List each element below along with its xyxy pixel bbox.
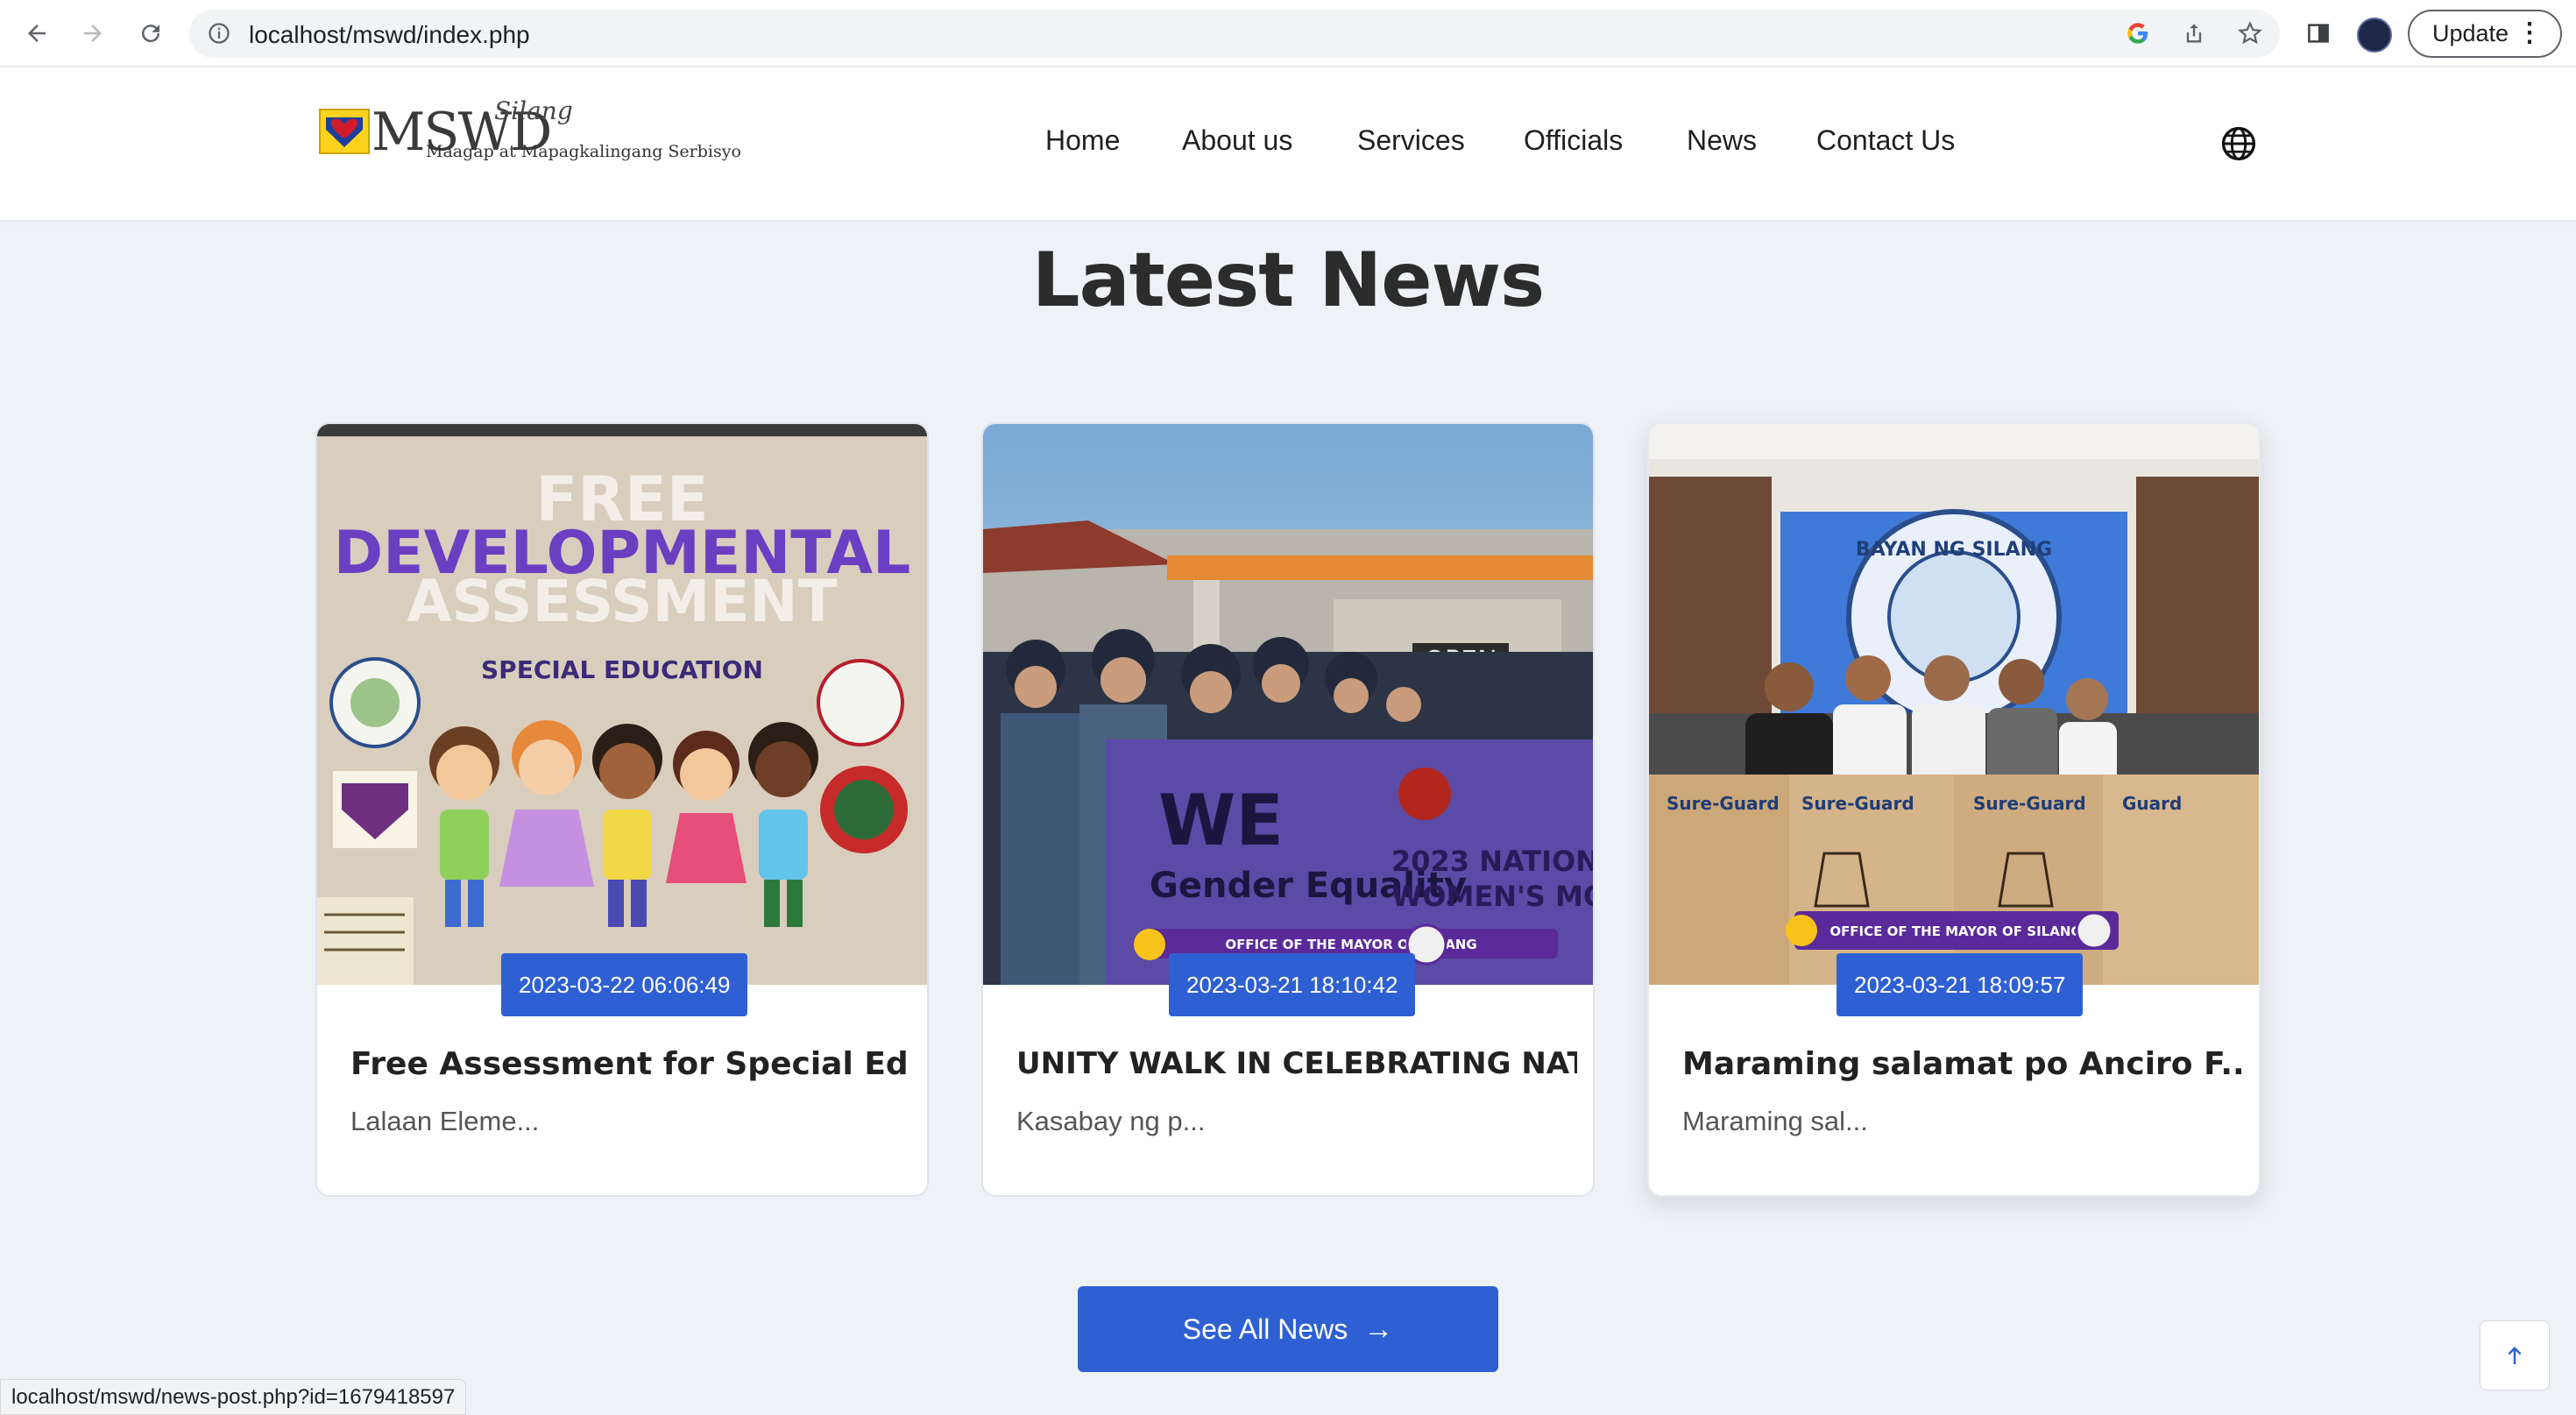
dswd-emblem-icon: [319, 109, 370, 154]
news-date: 2023-03-21 18:09:57: [1836, 953, 2084, 1016]
google-icon[interactable]: [2117, 12, 2159, 54]
section-title: Latest News: [1031, 237, 1545, 324]
news-thumbnail[interactable]: FREE DEVELOPMENTAL ASSESSMENT SPECIAL ED…: [317, 424, 927, 985]
poster-line4: SPECIAL EDUCATION: [481, 655, 763, 684]
news-excerpt: Lalaan Eleme...: [350, 1106, 540, 1136]
star-icon[interactable]: [2229, 12, 2271, 54]
svg-text:Sure-Guard: Sure-Guard: [1801, 793, 1914, 814]
url-text[interactable]: localhost/mswd/index.php: [249, 21, 530, 49]
info-icon[interactable]: [207, 21, 231, 50]
nav-about-us[interactable]: About us: [1182, 124, 1292, 157]
logo-script: Silang: [494, 96, 573, 125]
sidebar-icon[interactable]: [2297, 12, 2339, 54]
news-date: 2023-03-21 18:10:42: [1169, 953, 1416, 1016]
news-card[interactable]: BAYAN NG SILANG Sure-Guard Sure-Guard Su…: [1647, 422, 2261, 1197]
back-to-top-button[interactable]: [2480, 1320, 2550, 1390]
news-date: 2023-03-22 06:06:49: [501, 953, 748, 1016]
banner-we: WE: [1158, 780, 1284, 861]
logo-tagline: Maagap at Mapagkalingang Serbisyo: [426, 142, 741, 161]
news-title[interactable]: UNITY WALK IN CELEBRATING NATI...: [1016, 1046, 1577, 1081]
nav-services[interactable]: Services: [1357, 124, 1465, 157]
nav-contact-us[interactable]: Contact Us: [1816, 124, 1955, 157]
browser-toolbar: localhost/mswd/index.php Update ⋮: [0, 0, 2576, 67]
news-excerpt: Maraming sal...: [1682, 1106, 1868, 1136]
globe-icon[interactable]: [2219, 124, 2258, 163]
news-title[interactable]: Maraming salamat po Anciro F...: [1682, 1046, 2243, 1082]
banner-national: 2023 NATIONAL: [1391, 845, 1593, 878]
seal-text: BAYAN NG SILANG: [1856, 539, 2052, 561]
address-bar[interactable]: localhost/mswd/index.php: [189, 10, 2280, 58]
poster-line3: ASSESSMENT: [407, 568, 837, 635]
arrow-right-icon: →: [1363, 1312, 1394, 1346]
link-status-bar: localhost/mswd/news-post.php?id=16794185…: [0, 1379, 467, 1415]
back-icon[interactable]: [16, 12, 58, 54]
svg-text:Guard: Guard: [2122, 793, 2182, 814]
news-title[interactable]: Free Assessment for Special Ed...: [350, 1046, 911, 1082]
nav-news[interactable]: News: [1687, 124, 1757, 157]
news-card[interactable]: OPEN WE Gender Equality 2023 NATIONAL WO…: [981, 422, 1595, 1197]
update-button[interactable]: Update ⋮: [2408, 10, 2562, 58]
news-thumbnail[interactable]: OPEN WE Gender Equality 2023 NATIONAL WO…: [983, 424, 1593, 985]
nav-officials[interactable]: Officials: [1524, 124, 1623, 157]
see-all-label: See All News: [1182, 1312, 1348, 1345]
see-all-news-button[interactable]: See All News →: [1078, 1286, 1498, 1372]
banner-office: OFFICE OF THE MAYOR OF SILANG: [1829, 923, 2081, 939]
site-logo[interactable]: MSWD Silang Maagap at Mapagkalingang Ser…: [319, 93, 741, 163]
nav-home[interactable]: Home: [1045, 124, 1120, 157]
news-thumbnail[interactable]: BAYAN NG SILANG Sure-Guard Sure-Guard Su…: [1649, 424, 2259, 985]
news-excerpt: Kasabay ng p...: [1016, 1106, 1206, 1136]
arrow-up-icon: [2508, 1347, 2522, 1364]
svg-text:Sure-Guard: Sure-Guard: [1973, 793, 2086, 814]
forward-icon[interactable]: [72, 12, 114, 54]
share-icon[interactable]: [2173, 12, 2215, 54]
profile-avatar[interactable]: [2357, 18, 2392, 53]
reload-icon[interactable]: [130, 12, 172, 54]
more-icon[interactable]: ⋮: [2516, 20, 2543, 46]
banner-womens: WOMEN'S MO: [1391, 880, 1593, 913]
update-label: Update: [2432, 20, 2509, 46]
news-card[interactable]: FREE DEVELOPMENTAL ASSESSMENT SPECIAL ED…: [315, 422, 929, 1197]
box-label: Sure-Guard: [1667, 793, 1780, 814]
